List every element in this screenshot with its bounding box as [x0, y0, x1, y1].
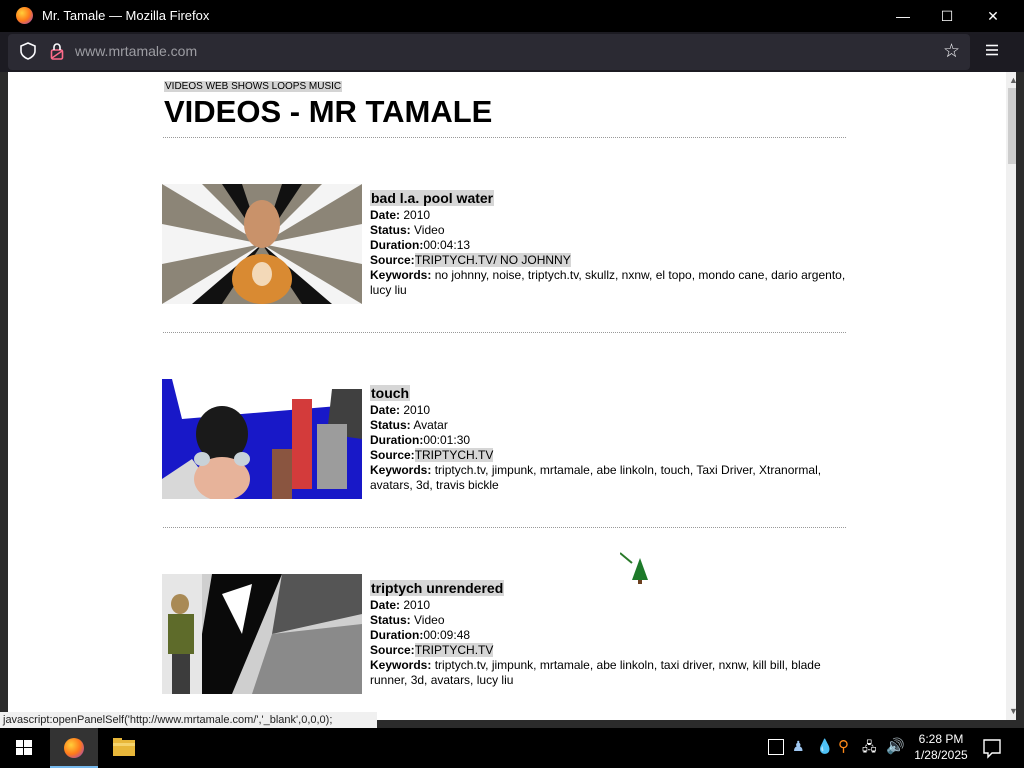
system-tray: ♟ 💧 ⚲ 🖧 🔊	[766, 728, 916, 768]
entry-keywords: Keywords: triptych.tv, jimpunk, mrtamale…	[370, 463, 822, 492]
divider	[163, 137, 846, 138]
entry-source: Source:TRIPTYCH.TV/ NO JOHNNY	[370, 253, 571, 267]
scroll-down-arrow-icon[interactable]: ▼	[1009, 706, 1016, 716]
firefox-icon	[16, 7, 33, 24]
network-icon[interactable]: 🖧	[862, 738, 877, 760]
maximize-button[interactable]: ☐	[924, 0, 970, 32]
close-button[interactable]: ✕	[970, 0, 1016, 32]
entry-duration: Duration:00:04:13	[370, 238, 471, 252]
site-nav-links[interactable]: VIDEOS WEB SHOWS LOOPS MUSIC	[164, 81, 343, 92]
entry-duration: Duration:00:01:30	[370, 433, 471, 447]
water-drop-icon[interactable]: 💧	[816, 738, 833, 755]
url-text[interactable]: www.mrtamale.com	[75, 43, 197, 59]
entry-title[interactable]: bad l.a. pool water	[370, 190, 495, 206]
divider	[163, 332, 846, 333]
windows-taskbar: ♟ 💧 ⚲ 🖧 🔊 6:28 PM 1/28/2025	[0, 728, 1024, 768]
tree-cursor-icon	[620, 552, 648, 584]
clock-date: 1/28/2025	[914, 748, 968, 762]
clock-time: 6:28 PM	[918, 732, 964, 746]
window-title: Mr. Tamale — Mozilla Firefox	[42, 8, 210, 23]
entry-keywords: Keywords: no johnny, noise, triptych.tv,…	[370, 268, 846, 297]
entry-keywords: Keywords: triptych.tv, jimpunk, mrtamale…	[370, 658, 821, 687]
divider	[163, 527, 846, 528]
taskbar-firefox[interactable]	[50, 728, 98, 768]
file-explorer-icon[interactable]	[100, 728, 148, 768]
search-tool-icon[interactable]: ⚲	[838, 737, 849, 755]
entry-date: Date: 2010	[370, 403, 431, 417]
menu-icon[interactable]	[985, 44, 999, 56]
notifications-icon[interactable]	[980, 728, 1004, 768]
page-title: VIDEOS - MR TAMALE	[164, 94, 493, 129]
vertical-scrollbar[interactable]: ▲ ▼	[1006, 72, 1016, 720]
entry-title[interactable]: triptych unrendered	[370, 580, 505, 596]
link-status-tooltip: javascript:openPanelSelf('http://www.mrt…	[0, 712, 377, 728]
scrollbar-thumb[interactable]	[1008, 88, 1016, 164]
entry-status: Status: Video	[370, 613, 445, 627]
video-thumbnail[interactable]	[162, 379, 362, 499]
entry-status: Status: Avatar	[370, 418, 448, 432]
entry-title[interactable]: touch	[370, 385, 411, 401]
minimize-button[interactable]: —	[880, 0, 926, 32]
defender-icon[interactable]	[768, 739, 784, 755]
page-viewport: VIDEOS WEB SHOWS LOOPS MUSIC VIDEOS - MR…	[8, 72, 1016, 720]
entry-date: Date: 2010	[370, 598, 431, 612]
video-thumbnail[interactable]	[162, 184, 362, 304]
entry-duration: Duration:00:09:48	[370, 628, 471, 642]
volume-icon[interactable]: 🔊	[886, 737, 905, 755]
entry-source: Source:TRIPTYCH.TV	[370, 643, 494, 657]
entry-status: Status: Video	[370, 223, 445, 237]
source-link[interactable]: TRIPTYCH.TV	[414, 448, 494, 462]
clock[interactable]: 6:28 PM 1/28/2025	[906, 728, 976, 768]
people-icon[interactable]: ♟	[792, 738, 805, 755]
source-link[interactable]: TRIPTYCH.TV	[414, 643, 494, 657]
lock-icon[interactable]	[50, 42, 64, 60]
entry-source: Source:TRIPTYCH.TV	[370, 448, 494, 462]
windows-start-icon[interactable]	[0, 728, 48, 768]
window-titlebar: Mr. Tamale — Mozilla Firefox — ☐ ✕	[0, 0, 1024, 32]
firefox-icon	[64, 738, 84, 758]
shield-icon[interactable]	[20, 42, 36, 60]
video-thumbnail[interactable]	[162, 574, 362, 694]
entry-date: Date: 2010	[370, 208, 431, 222]
bookmark-star-icon[interactable]: ☆	[943, 40, 960, 63]
source-link[interactable]: TRIPTYCH.TV/ NO JOHNNY	[414, 253, 571, 267]
scroll-up-arrow-icon[interactable]: ▲	[1009, 75, 1016, 85]
